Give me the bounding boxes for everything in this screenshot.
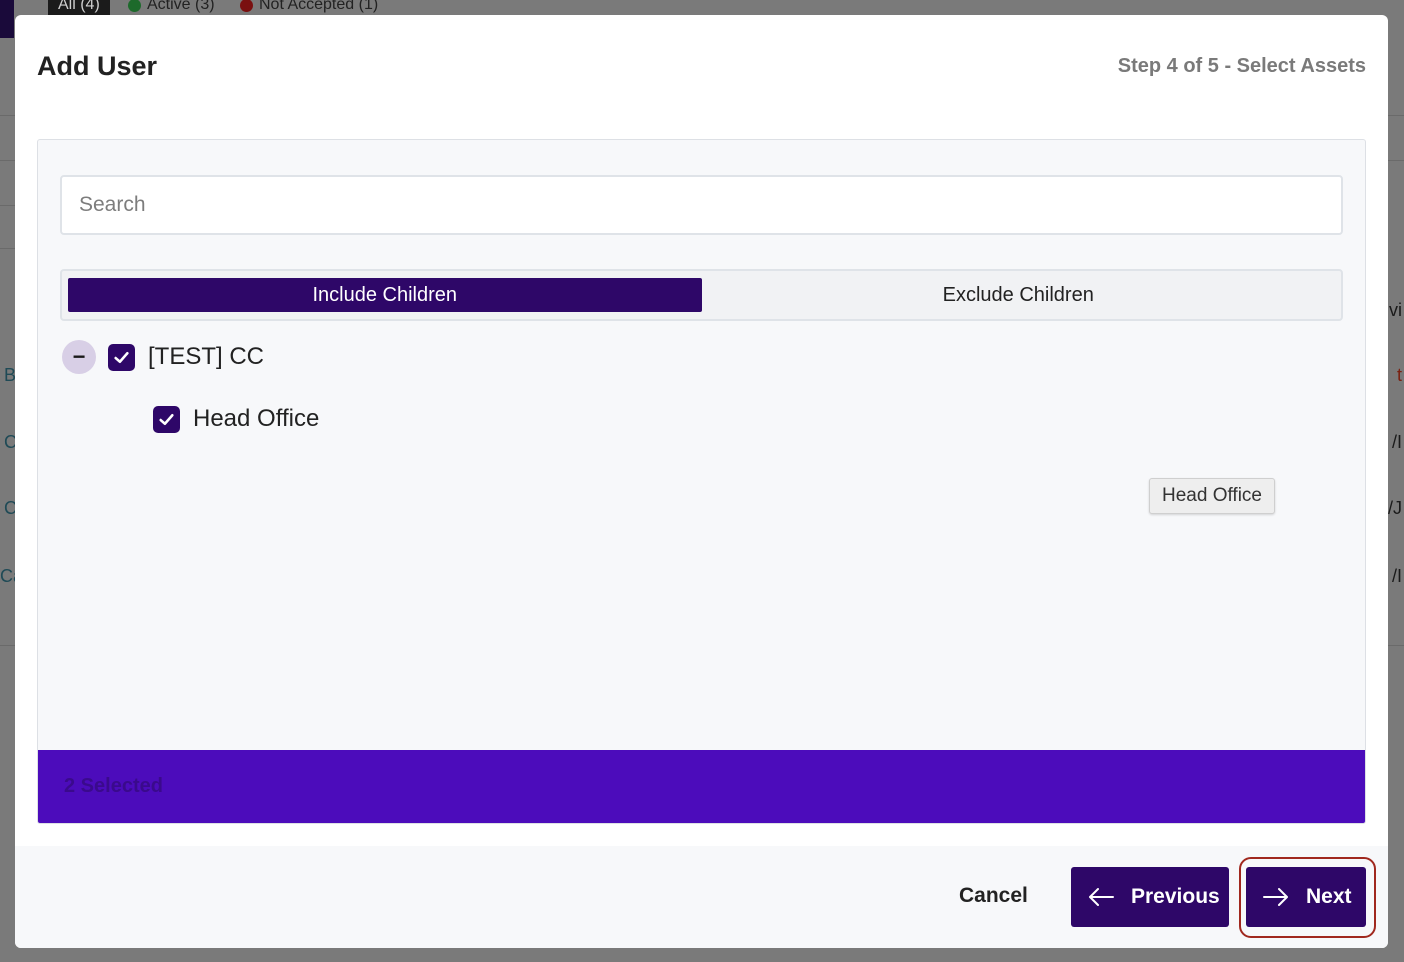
- selected-count: 2 Selected: [64, 775, 163, 797]
- add-user-modal: Add User Step 4 of 5 - Select Assets Inc…: [15, 15, 1388, 948]
- selection-summary-bar: 2 Selected: [38, 750, 1365, 823]
- filter-active-label: Active (3): [147, 0, 215, 13]
- filter-active: Active (3): [118, 0, 225, 16]
- filter-not-accepted-label: Not Accepted (1): [259, 0, 379, 13]
- tree-node-label: Head Office: [193, 405, 320, 432]
- arrow-left-icon: [1089, 888, 1114, 906]
- background-left-bar: [0, 0, 14, 38]
- background-row-text: /I: [1391, 432, 1402, 452]
- tree-node-child: Head Office: [153, 405, 319, 433]
- background-divider: [1388, 160, 1404, 161]
- modal-title: Add User: [37, 51, 158, 81]
- root-checkbox[interactable]: [108, 343, 135, 371]
- include-children-button[interactable]: Include Children: [68, 278, 702, 312]
- asset-selection-panel: Include Children Exclude Children − [TES…: [37, 139, 1366, 824]
- child-checkbox[interactable]: [153, 405, 180, 433]
- check-icon: [159, 413, 174, 425]
- next-button-label: Next: [1306, 885, 1352, 908]
- tooltip: Head Office: [1149, 478, 1275, 514]
- background-divider: [0, 205, 16, 206]
- children-toggle: Include Children Exclude Children: [60, 269, 1343, 321]
- background-row-text: /J: [1387, 498, 1402, 518]
- exclude-children-button[interactable]: Exclude Children: [702, 278, 1336, 312]
- background-divider: [1388, 645, 1404, 646]
- active-status-icon: [128, 0, 141, 12]
- check-icon: [114, 351, 129, 363]
- background-row-text: /I: [1391, 566, 1402, 586]
- background-divider: [0, 160, 16, 161]
- modal-footer: Cancel Previous Next: [15, 846, 1388, 948]
- modal-header: Add User Step 4 of 5 - Select Assets: [15, 15, 1388, 119]
- background-divider: [0, 248, 16, 249]
- cancel-button[interactable]: Cancel: [959, 884, 1028, 908]
- filter-all: All (4): [48, 0, 110, 16]
- background-divider: [0, 115, 16, 116]
- previous-button[interactable]: Previous: [1071, 867, 1229, 927]
- minus-icon[interactable]: −: [62, 340, 96, 374]
- step-indicator: Step 4 of 5 - Select Assets: [1117, 55, 1366, 77]
- previous-button-label: Previous: [1131, 885, 1220, 908]
- background-row-text: t: [1396, 365, 1402, 385]
- next-button[interactable]: Next: [1246, 867, 1366, 927]
- filter-not-accepted: Not Accepted (1): [230, 0, 388, 16]
- arrow-right-icon: [1263, 888, 1288, 906]
- tree-node-label: [TEST] CC: [148, 343, 265, 370]
- background-row-text: vi: [1389, 300, 1402, 320]
- background-divider: [1388, 115, 1404, 116]
- background-divider: [0, 645, 16, 646]
- not-accepted-status-icon: [240, 0, 253, 12]
- filter-all-label: All (4): [58, 0, 100, 13]
- tree-node-root: − [TEST] CC: [62, 340, 264, 374]
- search-input[interactable]: [60, 175, 1343, 235]
